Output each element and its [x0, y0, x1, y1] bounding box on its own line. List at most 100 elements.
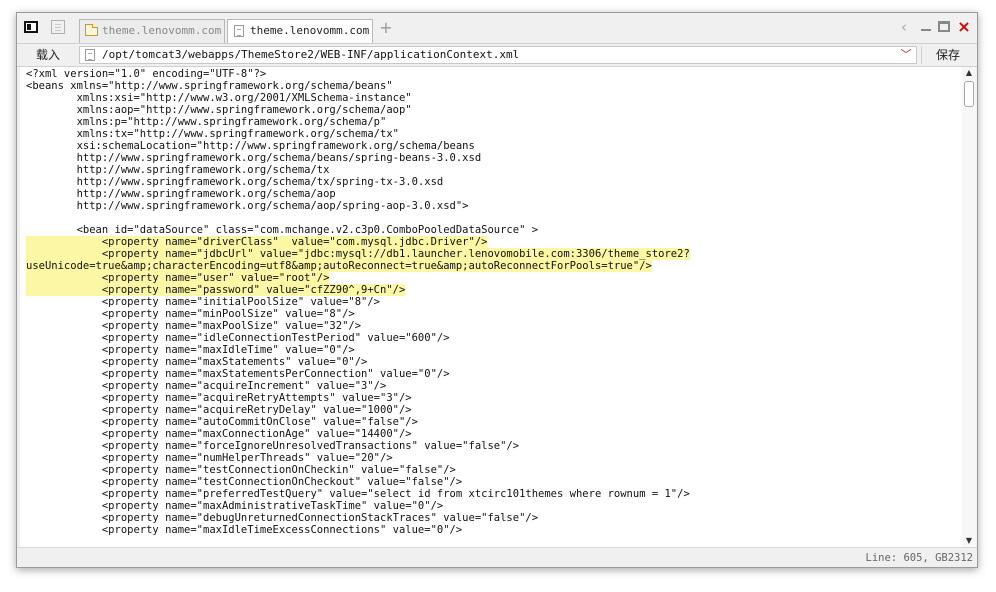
- code-line-text: <property name="maxPoolSize" value="32"/…: [26, 320, 362, 332]
- code-line-text: <property name="acquireRetryAttempts" va…: [26, 392, 412, 404]
- code-line: <property name="maxConnectionAge" value=…: [26, 428, 690, 440]
- code-line-text: <property name="testConnectionOnCheckout…: [26, 476, 463, 488]
- code-line-text: <property name="jdbcUrl" value="jdbc:mys…: [26, 248, 690, 260]
- path-text: /opt/tomcat3/webapps/ThemeStore2/WEB-INF…: [102, 48, 520, 61]
- path-input[interactable]: /opt/tomcat3/webapps/ThemeStore2/WEB-INF…: [79, 46, 917, 64]
- code-editor[interactable]: <?xml version="1.0" encoding="UTF-8"?> <b…: [20, 67, 962, 547]
- code-line: <property name="maxAdministrativeTaskTim…: [26, 500, 690, 512]
- code-line-text: http://www.springframework.org/schema/tx…: [26, 176, 444, 188]
- code-line-text: xsi:schemaLocation="http://www.springfra…: [26, 140, 475, 152]
- code-line: <property name="forceIgnoreUnresolvedTra…: [26, 440, 690, 452]
- code-line: <property name="debugUnreturnedConnectio…: [26, 512, 690, 524]
- code-line: <property name="acquireRetryAttempts" va…: [26, 392, 690, 404]
- code-line: <property name="acquireRetryDelay" value…: [26, 404, 690, 416]
- code-line-text: <property name="idleConnectionTestPeriod…: [26, 332, 450, 344]
- back-button[interactable]: ‹: [897, 19, 911, 35]
- code-line: <property name="acquireIncrement" value=…: [26, 380, 690, 392]
- sidebar-toggle-icon[interactable]: [24, 21, 38, 33]
- code-line: <property name="numHelperThreads" value=…: [26, 452, 690, 464]
- vertical-scrollbar[interactable]: ▲ ▼: [962, 67, 976, 547]
- code-line: http://www.springframework.org/schema/ao…: [26, 188, 690, 200]
- document-icon: [233, 25, 246, 37]
- code-line: xsi:schemaLocation="http://www.springfra…: [26, 140, 690, 152]
- code-line: <property name="maxIdleTime" value="0"/>: [26, 344, 690, 356]
- code-line-text: <property name="driverClass" value="com.…: [26, 236, 488, 248]
- code-line: xmlns:p="http://www.springframework.org/…: [26, 116, 690, 128]
- code-line-text: <property name="debugUnreturnedConnectio…: [26, 512, 539, 524]
- code-line-text: <property name="maxConnectionAge" value=…: [26, 428, 412, 440]
- code-line: <property name="minPoolSize" value="8"/>: [26, 308, 690, 320]
- code-line: http://www.springframework.org/schema/be…: [26, 152, 690, 164]
- code-line-text: <property name="maxIdleTime" value="0"/>: [26, 344, 355, 356]
- minimize-button[interactable]: [919, 19, 933, 35]
- code-line: <beans xmlns="http://www.springframework…: [26, 80, 690, 92]
- status-text: Line: 605, GB2312: [865, 552, 973, 564]
- code-line-text: <property name="numHelperThreads" value=…: [26, 452, 393, 464]
- tab-bar: theme.lenovomm.com theme.lenovomm.com + …: [17, 13, 977, 43]
- tab-list-icon[interactable]: [51, 20, 65, 34]
- code-line-text: <property name="password" value="cfZZ90^…: [26, 284, 406, 296]
- code-line: <property name="maxStatements" value="0"…: [26, 356, 690, 368]
- tab-label: theme.lenovomm.com: [102, 24, 222, 37]
- code-line-text: xmlns:xsi="http://www.w3.org/2001/XMLSch…: [26, 92, 412, 104]
- code-line-text: <property name="initialPoolSize" value="…: [26, 296, 381, 308]
- code-line-text: <?xml version="1.0" encoding="UTF-8"?>: [26, 68, 267, 80]
- code-line-text: <beans xmlns="http://www.springframework…: [26, 80, 393, 92]
- code-line-text: <bean id="dataSource" class="com.mchange…: [26, 224, 539, 236]
- code-line: <?xml version="1.0" encoding="UTF-8"?>: [26, 68, 690, 80]
- code-line-text: http://www.springframework.org/schema/ao…: [26, 200, 469, 212]
- code-line-text: <property name="forceIgnoreUnresolvedTra…: [26, 440, 520, 452]
- scroll-down-arrow-icon[interactable]: ▼: [962, 535, 976, 547]
- scroll-thumb[interactable]: [964, 81, 974, 107]
- code-line: <property name="maxIdleTimeExcessConnect…: [26, 524, 690, 536]
- code-line: <property name="testConnectionOnCheckin"…: [26, 464, 690, 476]
- highlighted-code-line: useUnicode=true&amp;characterEncoding=ut…: [26, 260, 690, 272]
- status-bar: Line: 605, GB2312: [17, 547, 977, 567]
- toolbar: 载入 /opt/tomcat3/webapps/ThemeStore2/WEB-…: [17, 43, 977, 67]
- highlighted-code-line: <property name="password" value="cfZZ90^…: [26, 284, 690, 296]
- code-line-text: http://www.springframework.org/schema/tx: [26, 164, 330, 176]
- code-line: <property name="preferredTestQuery" valu…: [26, 488, 690, 500]
- code-line: xmlns:xsi="http://www.w3.org/2001/XMLSch…: [26, 92, 690, 104]
- code-line-text: <property name="maxStatementsPerConnecti…: [26, 368, 450, 380]
- code-line-text: <property name="user" value="root"/>: [26, 272, 330, 284]
- code-line-text: xmlns:tx="http://www.springframework.org…: [26, 128, 399, 140]
- tab-folder[interactable]: theme.lenovomm.com: [79, 19, 225, 43]
- folder-icon: [85, 24, 98, 37]
- highlighted-code-line: <property name="user" value="root"/>: [26, 272, 690, 284]
- code-line: xmlns:tx="http://www.springframework.org…: [26, 128, 690, 140]
- code-line-text: <property name="maxIdleTimeExcessConnect…: [26, 524, 463, 536]
- code-line-text: xmlns:p="http://www.springframework.org/…: [26, 116, 387, 128]
- highlighted-code-line: <property name="jdbcUrl" value="jdbc:mys…: [26, 248, 690, 260]
- code-line-text: <property name="maxStatements" value="0"…: [26, 356, 368, 368]
- chevron-down-icon[interactable]: ﹀: [900, 48, 912, 62]
- code-line-text: useUnicode=true&amp;characterEncoding=ut…: [26, 260, 652, 272]
- editor-window: theme.lenovomm.com theme.lenovomm.com + …: [16, 12, 978, 568]
- code-content: <?xml version="1.0" encoding="UTF-8"?> <b…: [26, 68, 690, 536]
- code-line-text: <property name="acquireRetryDelay" value…: [26, 404, 412, 416]
- code-line-text: <property name="acquireIncrement" value=…: [26, 380, 387, 392]
- code-line-text: <property name="testConnectionOnCheckin"…: [26, 464, 456, 476]
- new-tab-button[interactable]: +: [379, 20, 393, 36]
- highlighted-code-line: <property name="driverClass" value="com.…: [26, 236, 690, 248]
- save-button[interactable]: 保存: [921, 46, 974, 64]
- code-line-text: <property name="autoCommitOnClose" value…: [26, 416, 418, 428]
- code-line: <property name="maxPoolSize" value="32"/…: [26, 320, 690, 332]
- scroll-up-arrow-icon[interactable]: ▲: [962, 67, 976, 79]
- load-button[interactable]: 载入: [21, 46, 75, 64]
- tab-label: theme.lenovomm.com: [250, 24, 370, 37]
- code-line: <property name="maxStatementsPerConnecti…: [26, 368, 690, 380]
- tab-document-active[interactable]: theme.lenovomm.com: [227, 19, 373, 43]
- code-line: <property name="idleConnectionTestPeriod…: [26, 332, 690, 344]
- code-line: http://www.springframework.org/schema/tx…: [26, 176, 690, 188]
- code-line: <property name="autoCommitOnClose" value…: [26, 416, 690, 428]
- close-button[interactable]: ×: [957, 19, 971, 35]
- code-line-text: http://www.springframework.org/schema/ao…: [26, 188, 336, 200]
- code-line-text: <property name="preferredTestQuery" valu…: [26, 488, 690, 500]
- code-line: <property name="testConnectionOnCheckout…: [26, 476, 690, 488]
- maximize-button[interactable]: [937, 19, 951, 35]
- code-line-text: <property name="minPoolSize" value="8"/>: [26, 308, 355, 320]
- code-line: http://www.springframework.org/schema/ao…: [26, 200, 690, 212]
- code-line: xmlns:aop="http://www.springframework.or…: [26, 104, 690, 116]
- code-line: <bean id="dataSource" class="com.mchange…: [26, 224, 690, 236]
